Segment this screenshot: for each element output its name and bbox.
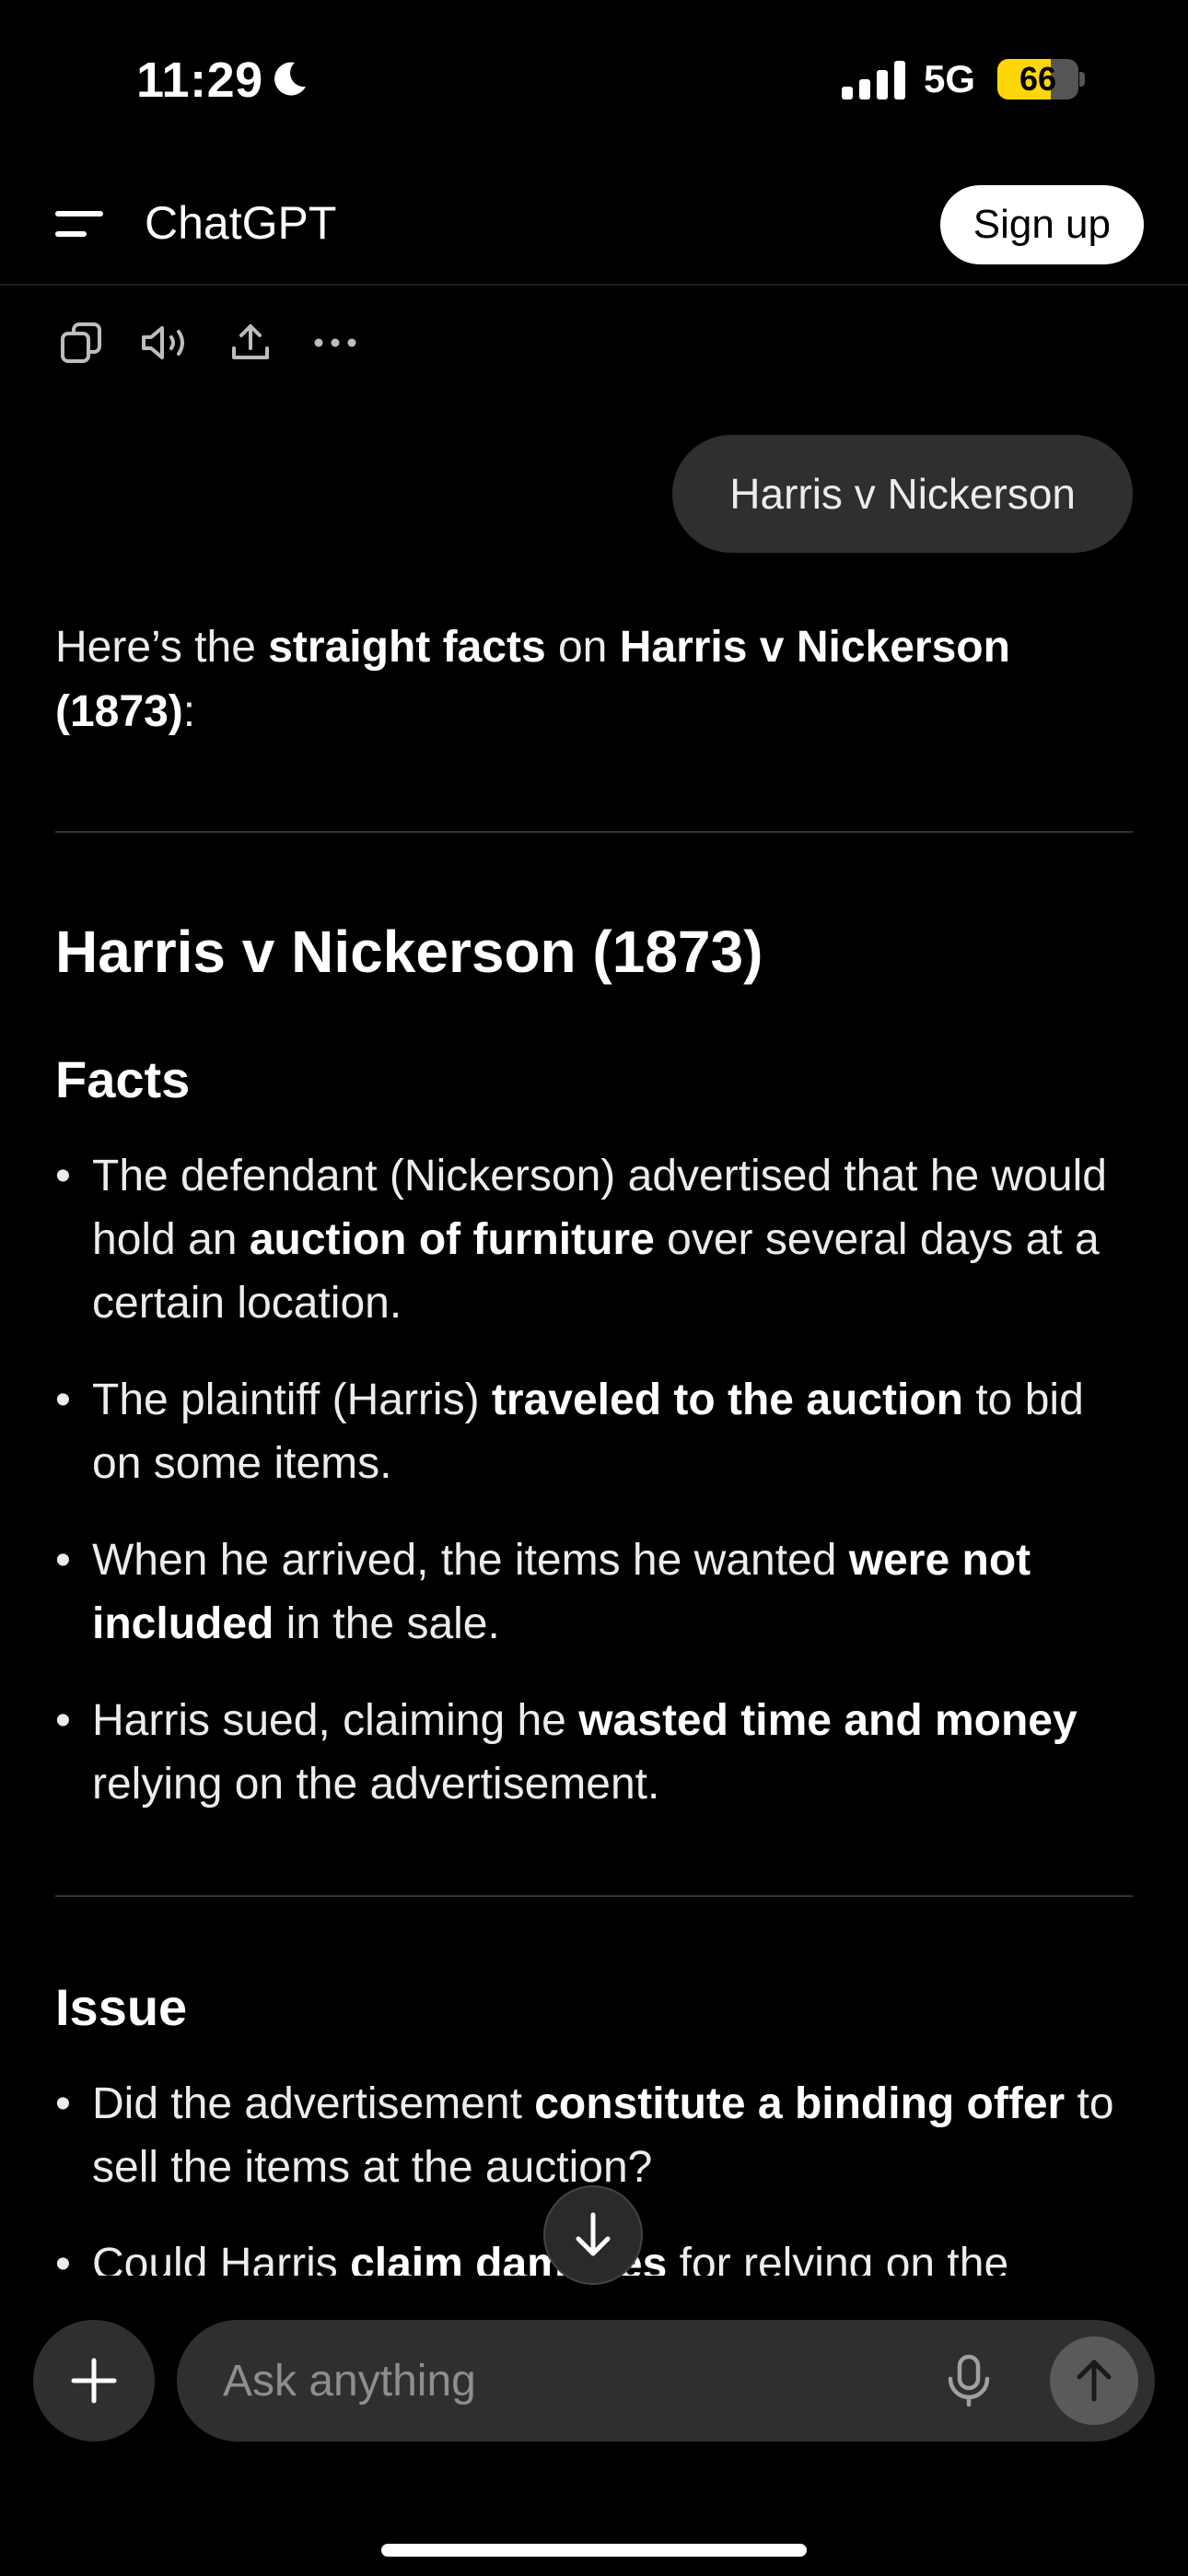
section-title-issue: Issue [55, 1978, 188, 2036]
message-actions [55, 317, 361, 369]
bold-text: auction of furniture [249, 1215, 655, 1264]
text-span: on [545, 623, 620, 672]
text-span: Did the advertisement [92, 2079, 535, 2128]
menu-icon[interactable] [55, 205, 111, 242]
list-item: Did the advertisement constitute a bindi… [55, 2072, 1133, 2199]
moon-icon [274, 62, 306, 96]
bold-text: wasted time and money [578, 1696, 1077, 1745]
app-header: ChatGPT Sign up [0, 161, 1188, 286]
divider [55, 1895, 1133, 1897]
more-icon[interactable] [309, 317, 361, 369]
send-button[interactable] [1050, 2336, 1138, 2425]
list-item: Harris sued, claiming he wasted time and… [55, 1689, 1133, 1816]
battery-cap [1079, 72, 1085, 87]
list-item: The defendant (Nickerson) advertised tha… [55, 1144, 1133, 1335]
signup-button[interactable]: Sign up [939, 185, 1144, 264]
app-title: ChatGPT [145, 197, 337, 249]
copy-icon[interactable] [55, 317, 107, 369]
status-time: 11:29 [136, 53, 263, 108]
signal-icon [842, 61, 905, 100]
arrow-down-icon [576, 2212, 611, 2256]
microphone-icon[interactable] [941, 2353, 996, 2408]
status-bar: 11:29 5G 66 [0, 0, 1188, 161]
bold-text: traveled to the auction [491, 1376, 963, 1424]
bold-text: straight facts [268, 623, 546, 672]
text-span: The plaintiff (Harris) [92, 1376, 492, 1424]
list-item: The plaintiff (Harris) traveled to the a… [55, 1368, 1133, 1495]
home-indicator [381, 2544, 807, 2557]
network-type: 5G [924, 57, 976, 100]
scroll-down-button[interactable] [543, 2185, 643, 2285]
plus-icon [71, 2358, 117, 2404]
battery-percent: 66 [1019, 60, 1057, 98]
composer [177, 2320, 1155, 2441]
text-span: in the sale. [274, 1599, 500, 1648]
assistant-response: Here’s the straight facts on Harris v Ni… [55, 615, 1133, 2296]
list-item: When he arrived, the items he wanted wer… [55, 1528, 1133, 1656]
text-span: When he arrived, the items he wanted [92, 1536, 849, 1585]
attach-button[interactable] [33, 2320, 155, 2441]
share-icon[interactable] [225, 317, 276, 369]
arrow-up-icon [1077, 2359, 1112, 2402]
text-span: relying on the advertisement. [92, 1760, 660, 1809]
text-span: Here’s the [55, 623, 269, 672]
section-title-facts: Facts [55, 1050, 191, 1108]
speaker-icon[interactable] [140, 317, 192, 369]
text-span: Harris sued, claiming he [92, 1696, 579, 1745]
facts-list: The defendant (Nickerson) advertised tha… [55, 1144, 1133, 1816]
user-message: Harris v Nickerson [672, 435, 1133, 553]
battery-icon: 66 [997, 59, 1078, 100]
response-intro: Here’s the straight facts on Harris v Ni… [55, 615, 1133, 744]
divider [55, 831, 1133, 833]
response-heading: Harris v Nickerson (1873) [55, 919, 763, 985]
text-span: : [182, 687, 196, 736]
message-input[interactable] [223, 2320, 960, 2441]
chat-screen: 11:29 5G 66 ChatGPT Sign up Harris v Nic… [0, 0, 1188, 2576]
bold-text: constitute a binding offer [534, 2079, 1066, 2128]
